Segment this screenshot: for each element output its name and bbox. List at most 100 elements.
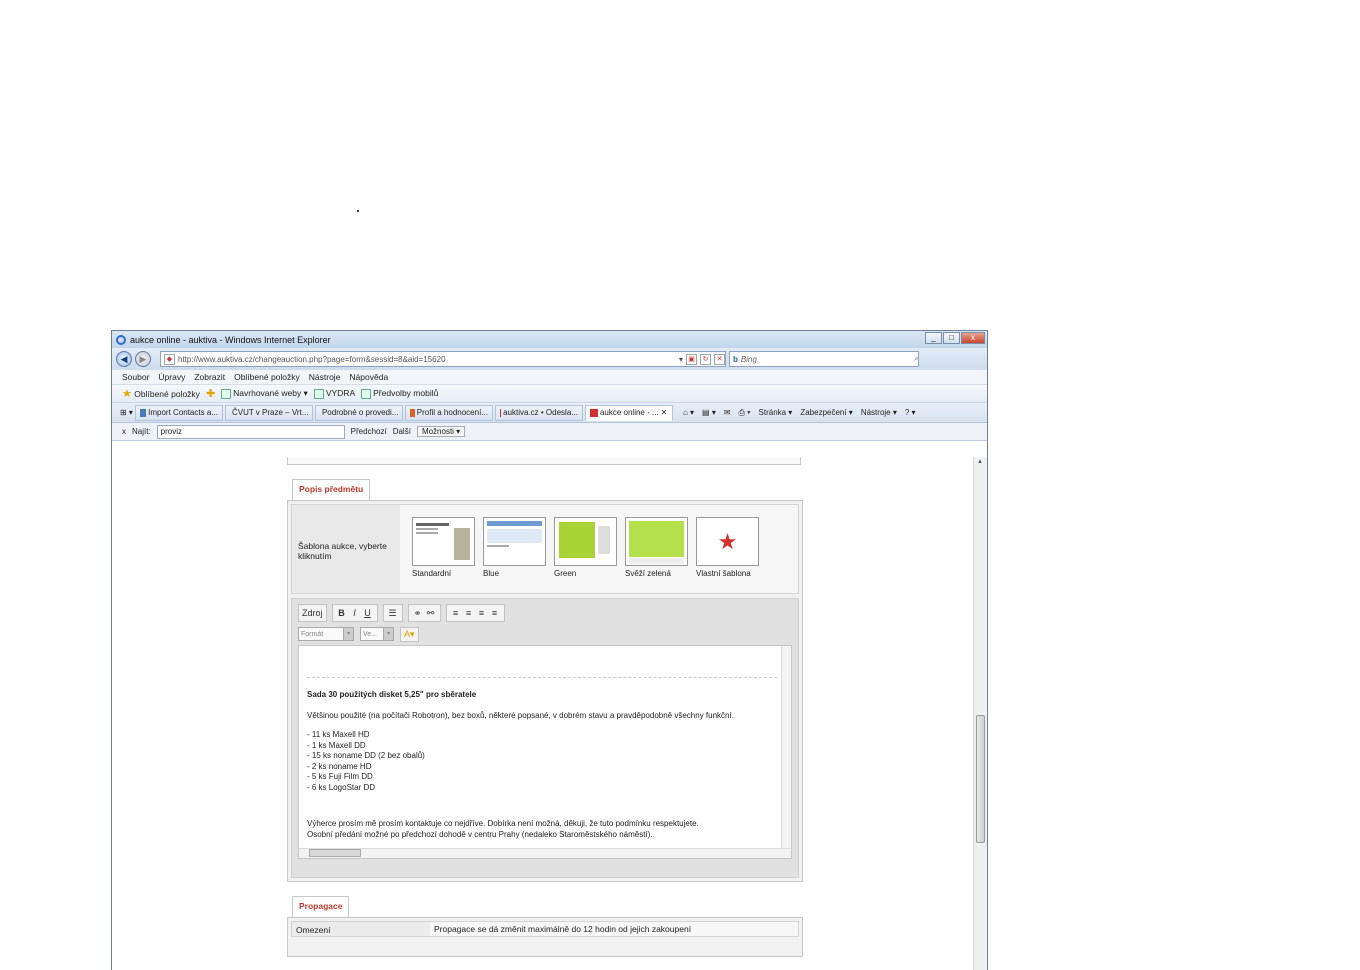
format-group: B I U <box>331 604 378 622</box>
tab-profil[interactable]: Profil a hodnocení... <box>404 404 493 421</box>
search-field[interactable]: b Bing ⌕ <box>729 351 919 367</box>
find-next-button[interactable]: Další <box>393 427 411 436</box>
home-icon[interactable]: ⌂ ▾ <box>683 408 694 417</box>
scroll-up-icon[interactable]: ▲ <box>977 459 983 465</box>
editor-horizontal-scrollbar[interactable] <box>299 848 791 858</box>
favorites-bar: ★ Oblíbené položky ✚ Navrhované weby ▾ V… <box>112 385 987 403</box>
editor-vertical-scrollbar[interactable] <box>781 646 791 858</box>
browser-window: aukce online - auktiva - Windows Interne… <box>111 330 988 970</box>
url-field[interactable]: ◆ http://www.auktiva.cz/changeauction.ph… <box>160 351 726 367</box>
source-button[interactable]: Zdroj <box>302 606 323 620</box>
style-select[interactable]: Formát ▾ <box>298 627 354 641</box>
tab-description[interactable]: Popis předmětu <box>292 479 371 500</box>
item-heading: Sada 30 použitých disket 5,25" pro sběra… <box>307 690 477 699</box>
list-item: - 11 ks Maxell HD <box>307 730 370 739</box>
find-close-button[interactable]: x <box>122 427 126 436</box>
fav-suggested[interactable]: Navrhované weby ▾ <box>221 388 308 399</box>
size-select[interactable]: Ve... ▾ <box>360 627 394 641</box>
search-icon[interactable]: ⌕ <box>914 354 918 364</box>
menu-bar: Soubor Úpravy Zobrazit Oblíbené položky … <box>112 370 987 385</box>
text-color-icon[interactable]: A▾ <box>404 629 415 640</box>
close-button[interactable]: x <box>961 332 985 344</box>
auktiva-icon <box>589 408 598 417</box>
safety-menu[interactable]: Zabezpečení ▾ <box>800 408 853 417</box>
page-scrollbar[interactable]: ▲ <box>973 457 987 970</box>
dropdown-icon[interactable]: ▾ <box>679 355 683 364</box>
promotion-row-value: Propagace se dá změnit maximálně do 12 h… <box>434 924 692 934</box>
stop-icon[interactable]: ✕ <box>714 353 725 365</box>
color-group: A▾ <box>400 626 419 642</box>
add-favorite-icon[interactable]: ✚ <box>206 387 215 400</box>
list-icon[interactable]: ☰ <box>387 606 399 620</box>
list-item: - 6 ks LogoStar DD <box>307 782 376 792</box>
find-options-button[interactable]: Možnosti ▾ <box>416 426 466 437</box>
tab-podrobne[interactable]: Podrobné o provedi... <box>314 404 403 421</box>
tab-bar: ⊞ ▾ Import Contacts a... ČVUT v Praze – … <box>112 403 987 423</box>
template-green-preview <box>554 517 617 566</box>
unlink-icon[interactable]: ⚯ <box>425 606 437 620</box>
tab-auktiva-odesla[interactable]: auktiva.cz • Odesla... <box>494 404 583 421</box>
template-green[interactable]: Green <box>554 517 617 593</box>
align-center-icon[interactable]: ≡ <box>463 606 475 620</box>
menu-edit[interactable]: Úpravy <box>158 372 185 382</box>
star-icon: ★ <box>696 517 759 566</box>
template-caption: Blue <box>483 569 500 578</box>
align-right-icon[interactable]: ≡ <box>476 606 488 620</box>
promotion-row: Omezení Propagace se dá změnit maximálně… <box>291 921 799 937</box>
page-scroll-thumb[interactable] <box>976 715 985 843</box>
favorites-button[interactable]: ★ Oblíbené položky <box>122 387 200 400</box>
tab-import-contacts[interactable]: Import Contacts a... <box>134 404 223 421</box>
minimize-button[interactable]: _ <box>925 332 942 344</box>
editor-toolbar-2: Formát ▾ Ve... ▾ A▾ <box>298 623 792 645</box>
template-standard[interactable]: Standardní <box>412 517 475 593</box>
source-group: Zdroj <box>298 604 327 622</box>
print-icon[interactable]: ⎙ ▾ <box>739 408 751 418</box>
ie-logo-icon <box>116 334 126 345</box>
editor-content[interactable]: Sada 30 použitých disket 5,25" pro sběra… <box>298 645 792 859</box>
editor-toolbar: Zdroj B I U ☰ ⚭ ⚯ ≡ ≡ ≡ ≡ <box>298 603 792 623</box>
find-input[interactable]: proviz <box>156 424 345 439</box>
rss-icon[interactable]: ▤ ▾ <box>702 408 716 417</box>
mail-icon[interactable]: ✉ <box>724 408 731 417</box>
editor-resize-handle[interactable] <box>298 859 792 873</box>
menu-favorites[interactable]: Oblíbené položky <box>234 372 300 382</box>
template-custom[interactable]: ★ Vlastní šablona <box>696 517 759 593</box>
bold-button[interactable]: B <box>336 606 348 620</box>
italic-button[interactable]: I <box>349 606 361 620</box>
template-blue-preview <box>483 517 546 566</box>
align-justify-icon[interactable]: ≡ <box>489 606 501 620</box>
url-text: http://www.auktiva.cz/changeauction.php?… <box>178 354 446 364</box>
editor-scroll-thumb[interactable] <box>309 849 361 857</box>
menu-tools[interactable]: Nástroje <box>309 372 341 382</box>
maximize-button[interactable]: □ <box>943 332 960 344</box>
description-section: Šablona aukce, vyberte kliknutím Standar… <box>287 500 803 882</box>
tab-close-icon[interactable]: ✕ <box>661 408 668 417</box>
compat-icon[interactable]: ▣ <box>686 353 697 365</box>
item-footer-1: Výherce prosím mě prosím kontaktuje co n… <box>307 819 699 828</box>
list-item: - 1 ks Maxell DD <box>307 740 366 750</box>
align-left-icon[interactable]: ≡ <box>450 606 462 620</box>
tab-aukce-online[interactable]: aukce online - ... ✕ <box>584 404 673 421</box>
fav-mobile[interactable]: Předvolby mobilů <box>361 388 438 399</box>
back-button[interactable]: ◀ <box>116 351 132 367</box>
promotion-row-label: Omezení <box>292 922 430 936</box>
menu-file[interactable]: Soubor <box>122 372 149 382</box>
forward-button[interactable]: ▶ <box>135 351 151 367</box>
template-picker: Šablona aukce, vyberte kliknutím Standar… <box>291 504 799 594</box>
underline-button[interactable]: U <box>362 606 374 620</box>
menu-help[interactable]: Nápověda <box>349 372 388 382</box>
quick-tabs-icon[interactable]: ⊞ ▾ <box>120 408 133 417</box>
menu-view[interactable]: Zobrazit <box>194 372 225 382</box>
page-menu[interactable]: Stránka ▾ <box>759 408 793 417</box>
tools-menu[interactable]: Nástroje ▾ <box>861 408 897 417</box>
window-title: aukce online - auktiva - Windows Interne… <box>130 334 331 345</box>
link-icon[interactable]: ⚭ <box>412 606 424 620</box>
template-blue[interactable]: Blue <box>483 517 546 593</box>
fav-vydra[interactable]: VYDRA <box>313 388 355 399</box>
help-icon[interactable]: ? ▾ <box>905 408 916 417</box>
tab-promotion[interactable]: Propagace <box>292 896 350 917</box>
tab-cvut[interactable]: ČVUT v Praze – Vrt... <box>224 404 313 421</box>
template-fresh-green[interactable]: Svěží zelená <box>625 517 688 593</box>
refresh-icon[interactable]: ↻ <box>700 353 711 365</box>
find-prev-button[interactable]: Předchozí <box>351 427 387 436</box>
